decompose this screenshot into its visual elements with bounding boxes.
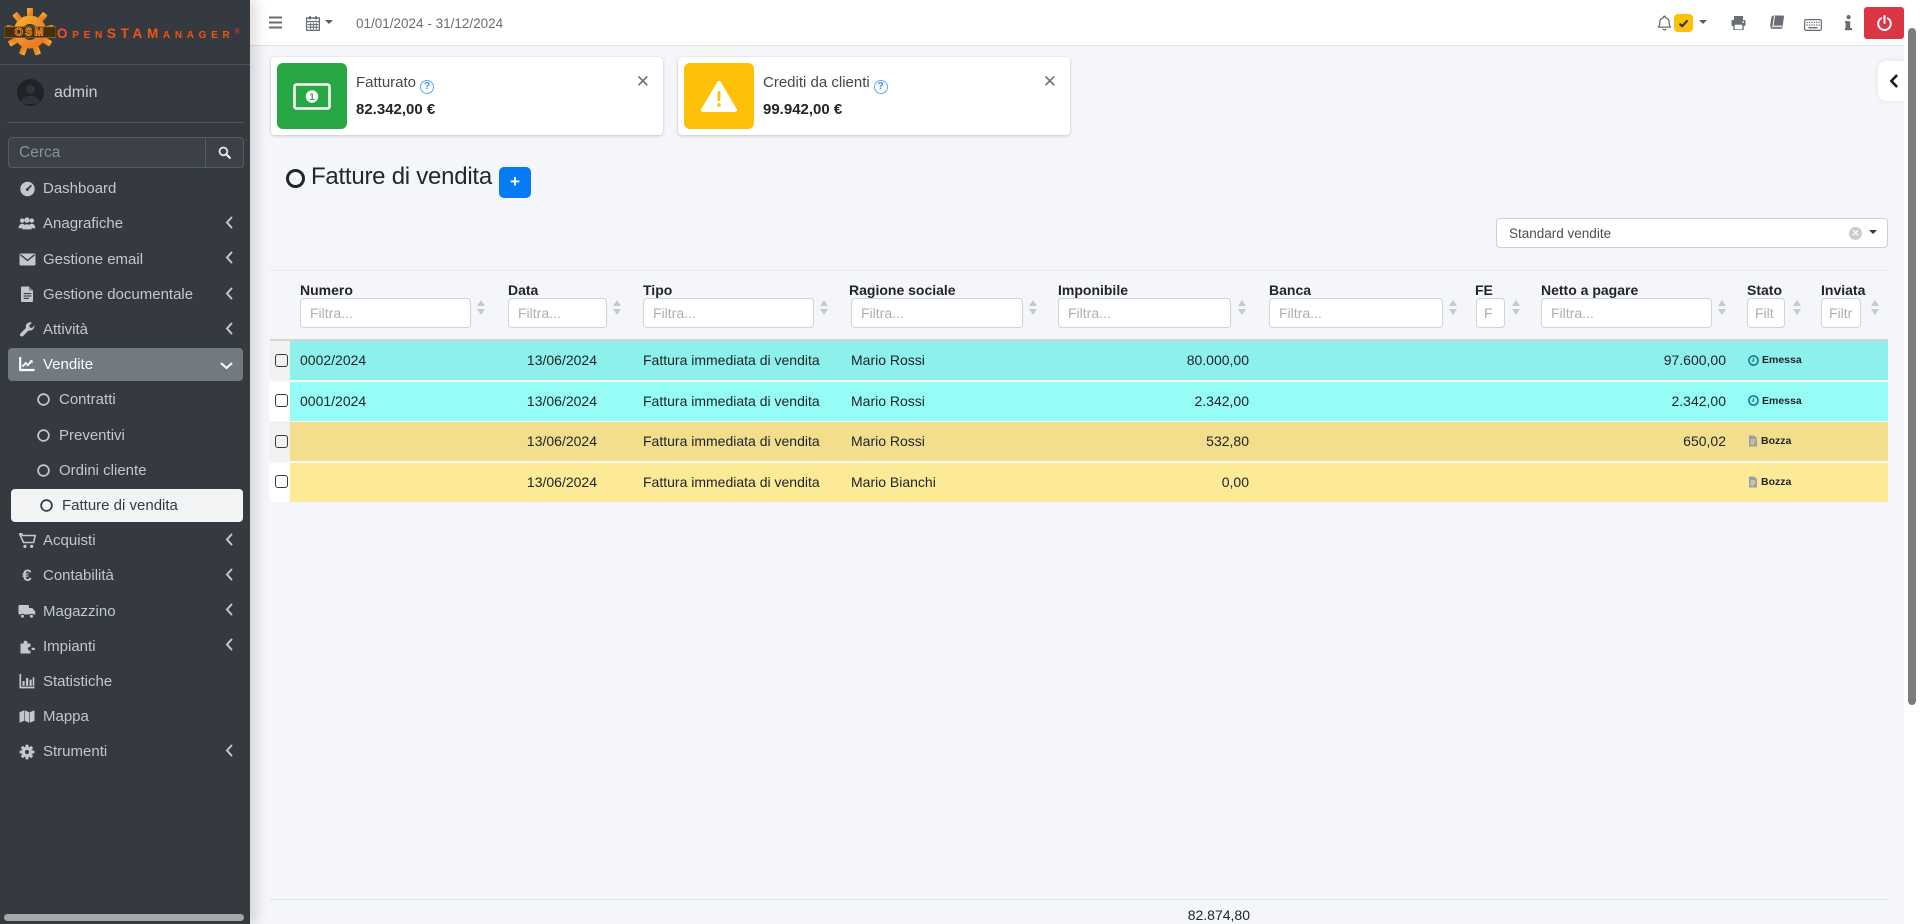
svg-text:OSM: OSM xyxy=(14,27,45,39)
svg-text:1: 1 xyxy=(309,92,315,103)
